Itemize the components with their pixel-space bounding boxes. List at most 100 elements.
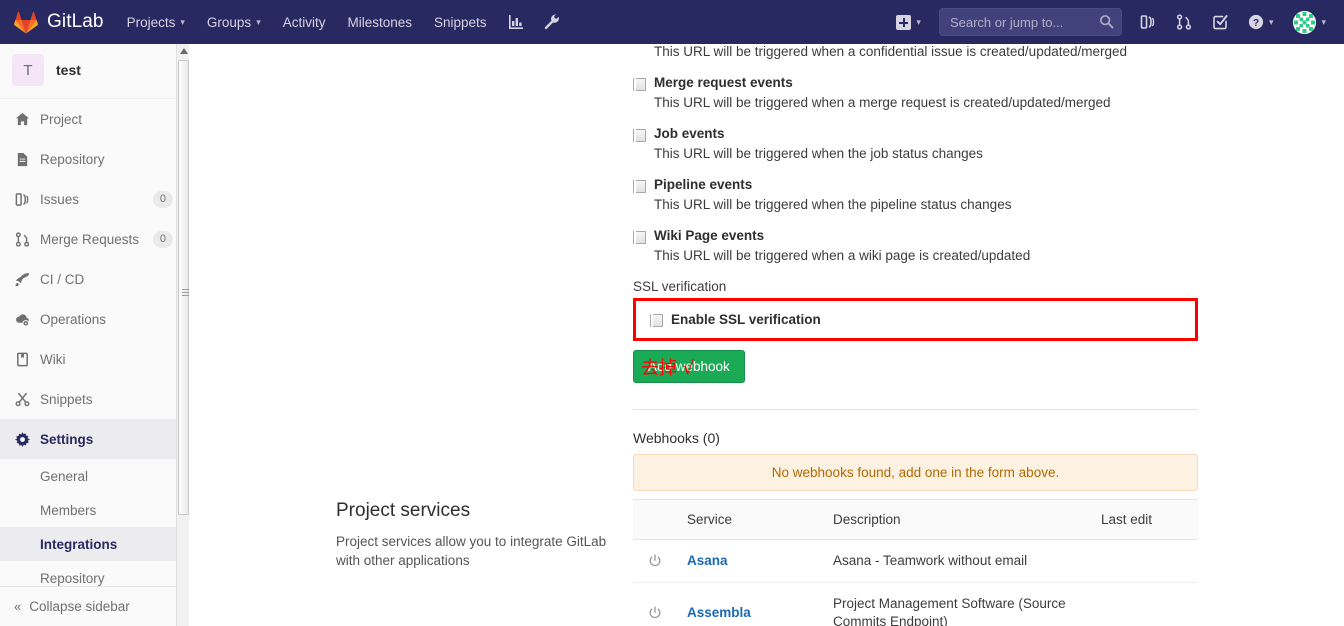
new-item-dropdown[interactable]: ▾ (886, 0, 931, 44)
event-description: This URL will be triggered when a wiki p… (654, 248, 1031, 263)
pipeline-events-checkbox[interactable] (633, 180, 646, 198)
navbar-right-section: ▾ Search or jump to... ? ▾ ▾ (886, 0, 1344, 44)
question-circle-icon: ? (1248, 14, 1264, 30)
sidebar-item-label: Wiki (40, 351, 66, 367)
sidebar-item-wiki[interactable]: Wiki (0, 339, 187, 379)
event-confidential-issues: This URL will be triggered when a confid… (633, 44, 1198, 61)
sidebar-subitem-members[interactable]: Members (0, 493, 187, 527)
column-header-icon (633, 499, 677, 540)
event-description: This URL will be triggered when a merge … (654, 95, 1111, 110)
sidebar-item-snippets[interactable]: Snippets (0, 379, 187, 419)
chevron-down-icon: ▾ (256, 16, 261, 27)
collapse-sidebar-label: Collapse sidebar (29, 599, 130, 614)
sidebar-item-label: Repository (40, 151, 105, 167)
project-sidebar: T test Project Repository Issues 0 Merge… (0, 44, 188, 626)
cloud-gear-icon (14, 311, 30, 327)
event-label: Job events (654, 126, 725, 141)
column-header-last-edit: Last edit (1091, 499, 1198, 540)
service-name-cell: Assembla (677, 582, 823, 626)
issues-count-badge: 0 (152, 190, 173, 208)
collapse-sidebar-button[interactable]: « Collapse sidebar (0, 586, 187, 626)
nav-issues-button[interactable] (1130, 0, 1166, 44)
sidebar-item-operations[interactable]: Operations (0, 299, 187, 339)
help-dropdown[interactable]: ? ▾ (1238, 0, 1284, 44)
service-link-assembla[interactable]: Assembla (687, 605, 751, 620)
brand-text: GitLab (47, 11, 104, 32)
ssl-checkbox-row: Enable SSL verification (642, 312, 1185, 332)
enable-ssl-verification-label: Enable SSL verification (671, 312, 821, 327)
sidebar-scrollbar[interactable] (176, 44, 190, 626)
table-head: Service Description Last edit (633, 499, 1198, 540)
nav-projects[interactable]: Projects ▾ (116, 0, 196, 44)
table-header-row: Service Description Last edit (633, 499, 1198, 540)
service-link-asana[interactable]: Asana (687, 553, 728, 568)
chevron-double-left-icon: « (14, 599, 21, 614)
gitlab-home-link[interactable]: GitLab (0, 0, 116, 44)
webhook-form-column: This URL will be triggered when a confid… (633, 44, 1198, 491)
merge-icon (14, 231, 30, 247)
sidebar-subitem-label: Integrations (40, 536, 118, 552)
event-description: This URL will be triggered when the pipe… (654, 197, 1012, 212)
top-navbar: GitLab Projects ▾ Groups ▾ Activity Mile… (0, 0, 1344, 44)
service-description-cell: Asana - Teamwork without email (823, 539, 1091, 583)
book-icon (14, 351, 30, 367)
column-header-service: Service (677, 499, 823, 540)
job-events-checkbox[interactable] (633, 129, 646, 147)
sidebar-item-label: Snippets (40, 391, 93, 407)
service-last-edit-cell (1091, 582, 1198, 626)
nav-snippets[interactable]: Snippets (423, 0, 498, 44)
primary-nav: Projects ▾ Groups ▾ Activity Milestones … (116, 0, 570, 44)
sidebar-item-label: CI / CD (40, 271, 85, 287)
search-input[interactable] (938, 8, 1122, 36)
event-wiki-page: Wiki Page events This URL will be trigge… (633, 228, 1198, 265)
nav-milestones-label: Milestones (347, 14, 413, 30)
sidebar-item-project[interactable]: Project (0, 99, 187, 139)
table-row[interactable]: Assembla Project Management Software (So… (633, 582, 1198, 626)
scrollbar-grip-icon (182, 289, 189, 296)
event-label: Pipeline events (654, 177, 753, 192)
sidebar-item-issues[interactable]: Issues 0 (0, 179, 187, 219)
scrollbar-thumb[interactable] (178, 60, 189, 515)
sidebar-item-settings[interactable]: Settings (0, 419, 187, 459)
nav-merge-requests-button[interactable] (1166, 0, 1202, 44)
merge-request-events-checkbox[interactable] (633, 78, 646, 96)
user-menu-dropdown[interactable]: ▾ (1283, 0, 1336, 44)
nav-todos-button[interactable] (1202, 0, 1238, 44)
sidebar-item-label: Project (40, 111, 83, 127)
service-description-cell: Project Management Software (Source Comm… (823, 582, 1091, 626)
ssl-highlight-annotation-box: Enable SSL verification (633, 298, 1198, 341)
sidebar-item-label: Settings (40, 431, 94, 447)
scissors-icon (14, 391, 30, 407)
nav-admin-button[interactable] (534, 0, 570, 44)
ssl-verification-section-label: SSL verification (633, 279, 727, 294)
svg-text:?: ? (1253, 18, 1259, 29)
chevron-down-icon: ▾ (1321, 16, 1326, 27)
event-label: Merge request events (654, 75, 793, 90)
nav-activity[interactable]: Activity (272, 0, 337, 44)
table-row[interactable]: Asana Asana - Teamwork without email (633, 539, 1198, 583)
enable-ssl-verification-checkbox[interactable] (650, 314, 663, 332)
project-services-title: Project services (336, 500, 471, 521)
chevron-down-icon: ▾ (916, 16, 921, 27)
event-pipeline: Pipeline events This URL will be trigger… (633, 177, 1198, 214)
sidebar-item-ci-cd[interactable]: CI / CD (0, 259, 187, 299)
sidebar-subitem-general[interactable]: General (0, 459, 187, 493)
sidebar-subitem-label: General (40, 468, 89, 484)
event-merge-request: Merge request events This URL will be tr… (633, 75, 1198, 112)
main-content: This URL will be triggered when a confid… (189, 44, 1344, 626)
sidebar-item-repository[interactable]: Repository (0, 139, 187, 179)
sidebar-item-merge-requests[interactable]: Merge Requests 0 (0, 219, 187, 259)
nav-milestones[interactable]: Milestones (336, 0, 423, 44)
avatar (1293, 10, 1317, 34)
sidebar-subitem-integrations[interactable]: Integrations (0, 527, 187, 561)
wrench-admin-icon (544, 14, 559, 30)
nav-analytics-button[interactable] (498, 0, 534, 44)
gitlab-tanuki-icon (14, 10, 38, 33)
event-label: Wiki Page events (654, 228, 765, 243)
power-off-icon (649, 606, 661, 619)
nav-groups[interactable]: Groups ▾ (196, 0, 272, 44)
sidebar-project-header[interactable]: T test (0, 44, 187, 99)
sidebar-subitem-label: Repository (40, 570, 105, 586)
no-webhooks-alert: No webhooks found, add one in the form a… (633, 454, 1198, 491)
wiki-page-events-checkbox[interactable] (633, 231, 646, 249)
